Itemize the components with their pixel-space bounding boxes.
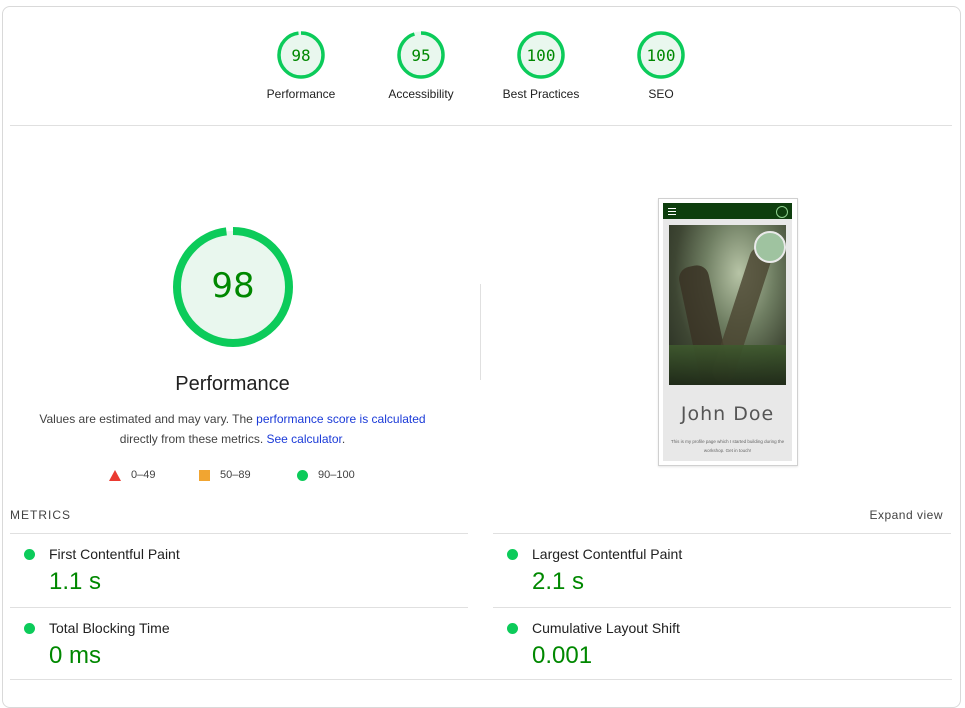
metric-lcp: Largest Contentful Paint 2.1 s <box>493 533 951 607</box>
performance-description: Values are estimated and may vary. The p… <box>0 409 465 449</box>
divider <box>10 125 952 126</box>
gauge-label: Best Practices <box>502 87 580 101</box>
metric-fcp: First Contentful Paint 1.1 s <box>10 533 468 607</box>
screenshot-navbar <box>663 203 792 219</box>
desc-text: . <box>341 432 346 446</box>
gauge-label: Accessibility <box>388 87 454 101</box>
pass-icon <box>24 623 35 634</box>
legend-label: 50–89 <box>220 469 251 481</box>
gauge-performance[interactable]: 98 Performance <box>241 30 361 101</box>
metrics-right-column: Largest Contentful Paint 2.1 s Cumulativ… <box>493 533 951 681</box>
metric-cls: Cumulative Layout Shift 0.001 <box>493 607 951 681</box>
metric-name: First Contentful Paint <box>49 546 180 562</box>
gauge-accessibility[interactable]: 95 Accessibility <box>361 30 481 101</box>
gauge-seo[interactable]: 100 SEO <box>601 30 721 101</box>
gauge-score: 100 <box>647 46 676 65</box>
metric-value: 0.001 <box>532 642 593 669</box>
legend-average: 50–89 <box>199 469 251 481</box>
legend-label: 0–49 <box>131 469 156 481</box>
pass-icon <box>507 623 518 634</box>
circle-icon <box>297 469 308 481</box>
divider <box>10 679 952 680</box>
screenshot-page: John Doe This is my profile page which I… <box>663 203 792 461</box>
performance-title: Performance <box>175 373 290 395</box>
desc-text: directly from these metrics. <box>119 432 267 446</box>
score-calculated-link[interactable]: performance score is calculated <box>256 412 425 426</box>
metric-value: 2.1 s <box>532 568 585 595</box>
gauge-ring: 98 <box>277 31 325 79</box>
final-screenshot[interactable]: John Doe This is my profile page which I… <box>658 198 798 466</box>
performance-gauge: 98 <box>173 227 293 347</box>
gauge-label: Performance <box>266 87 336 101</box>
gauge-ring: 100 <box>517 31 565 79</box>
vertical-divider <box>480 284 481 380</box>
performance-score: 98 <box>211 266 254 306</box>
metrics-left-column: First Contentful Paint 1.1 s Total Block… <box>10 533 468 681</box>
legend-label: 90–100 <box>318 469 355 481</box>
metrics-header: METRICS <box>10 508 71 522</box>
legend-poor: 0–49 <box>109 469 155 481</box>
gauge-score: 95 <box>411 46 430 65</box>
desc-text: Values are estimated and may vary. The <box>39 412 257 426</box>
triangle-icon <box>109 469 121 481</box>
gauge-best-practices[interactable]: 100 Best Practices <box>481 30 601 101</box>
metric-name: Largest Contentful Paint <box>532 546 683 562</box>
logo-icon <box>776 206 788 218</box>
legend-good: 90–100 <box>297 469 355 481</box>
gauge-score: 100 <box>527 46 556 65</box>
gauge-ring: 95 <box>397 31 445 79</box>
gauge-ring: 100 <box>637 31 685 79</box>
see-calculator-link[interactable]: See calculator <box>266 432 341 446</box>
gauge-label: SEO <box>648 87 674 101</box>
pass-icon <box>24 549 35 560</box>
metric-name: Total Blocking Time <box>49 620 170 636</box>
metric-tbt: Total Blocking Time 0 ms <box>10 607 468 681</box>
expand-view-button[interactable]: Expand view <box>869 508 943 522</box>
avatar <box>754 231 786 263</box>
screenshot-text: This is my profile page which I started … <box>670 439 785 453</box>
metric-value: 0 ms <box>49 642 102 669</box>
square-icon <box>199 469 210 481</box>
menu-icon <box>668 208 676 217</box>
pass-icon <box>507 549 518 560</box>
gauge-score: 98 <box>291 46 310 65</box>
metric-name: Cumulative Layout Shift <box>532 620 680 636</box>
metric-value: 1.1 s <box>49 568 102 595</box>
screenshot-name: John Doe <box>680 403 775 425</box>
